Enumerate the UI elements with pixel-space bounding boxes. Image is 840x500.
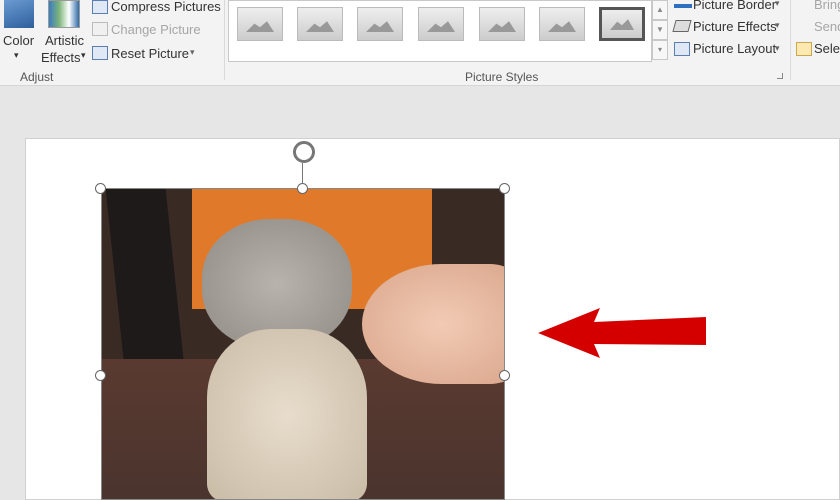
- picture-layout-button[interactable]: Picture Layout: [693, 41, 776, 56]
- artistic-effects-label[interactable]: Effects: [41, 50, 81, 65]
- style-thumb[interactable]: [539, 7, 585, 41]
- color-icon[interactable]: [4, 0, 34, 28]
- resize-handle[interactable]: [499, 183, 510, 194]
- picture-styles-gallery: [228, 0, 652, 62]
- picture-layout-icon: [674, 42, 690, 56]
- style-thumb[interactable]: [357, 7, 403, 41]
- red-arrow-icon: [538, 308, 706, 358]
- change-picture-button[interactable]: Change Picture: [111, 22, 201, 37]
- bring-forward-button[interactable]: Bring: [814, 0, 840, 12]
- resize-handle[interactable]: [297, 183, 308, 194]
- compress-icon: [92, 0, 108, 14]
- artistic-effects-icon[interactable]: [48, 0, 80, 28]
- color-button[interactable]: Color: [3, 33, 34, 48]
- cat-picture[interactable]: [101, 188, 505, 500]
- picture-styles-group-label: Picture Styles: [465, 70, 539, 84]
- gallery-more-button[interactable]: ▾: [652, 40, 668, 60]
- style-thumb[interactable]: [479, 7, 525, 41]
- style-thumb[interactable]: [418, 7, 464, 41]
- resize-handle[interactable]: [499, 370, 510, 381]
- picture-effects-button[interactable]: Picture Effects: [693, 19, 777, 34]
- dialog-launcher-icon[interactable]: [777, 73, 783, 79]
- selection-pane-icon: [796, 42, 812, 56]
- picture-border-button[interactable]: Picture Border: [693, 0, 776, 12]
- style-thumb[interactable]: [297, 7, 343, 41]
- gallery-up-button[interactable]: ▲: [652, 0, 668, 20]
- style-thumb[interactable]: [599, 7, 645, 41]
- style-thumb[interactable]: [237, 7, 283, 41]
- picture-effects-icon: [672, 20, 692, 32]
- send-backward-button[interactable]: Send: [814, 19, 840, 34]
- resize-handle[interactable]: [95, 370, 106, 381]
- rotate-handle-icon[interactable]: [293, 141, 315, 163]
- artistic-effects-button[interactable]: Artistic: [45, 33, 84, 48]
- ribbon: Color ▾ Artistic Effects ▾ Compress Pict…: [0, 0, 840, 86]
- adjust-group-label: Adjust: [20, 70, 54, 84]
- compress-pictures-button[interactable]: Compress Pictures: [111, 0, 221, 14]
- reset-picture-button[interactable]: Reset Picture: [111, 46, 189, 61]
- change-picture-icon: [92, 22, 108, 36]
- reset-picture-icon: [92, 46, 108, 60]
- picture-border-icon: [674, 4, 692, 8]
- gallery-down-button[interactable]: ▼: [652, 20, 668, 40]
- resize-handle[interactable]: [95, 183, 106, 194]
- selection-pane-button[interactable]: Selec: [814, 41, 840, 56]
